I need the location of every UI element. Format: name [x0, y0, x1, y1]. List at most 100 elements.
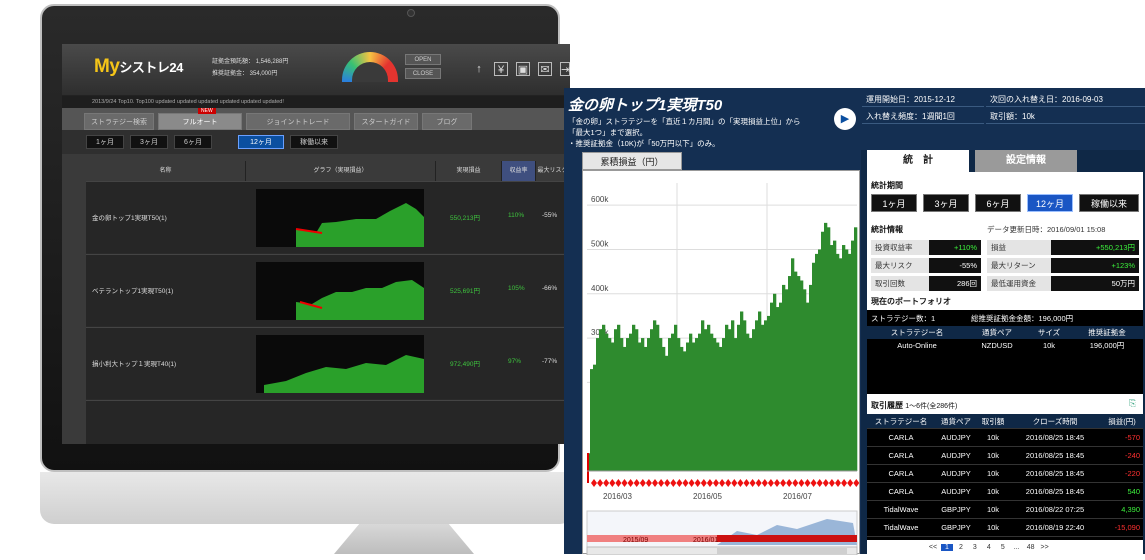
- x-tick-label: 2016/07: [783, 492, 812, 501]
- page-first[interactable]: <<: [927, 544, 939, 551]
- arrow-up-icon[interactable]: ↑: [472, 62, 486, 76]
- period-12m[interactable]: 12ヶ月: [238, 135, 284, 149]
- close-button[interactable]: CLOSE: [405, 68, 441, 79]
- page-last[interactable]: >>: [1039, 544, 1051, 551]
- pr-size: 10k: [1042, 341, 1056, 350]
- history-row[interactable]: TidalWave GBPJPY 10k 2016/08/19 22:40 -15,09…: [867, 519, 1143, 537]
- history-cell: TidalWave: [883, 505, 919, 514]
- history-row[interactable]: CARLA AUDJPY 10k 2016/08/25 18:45 -570: [867, 429, 1143, 447]
- chart-bar: [797, 276, 801, 471]
- tab-blog[interactable]: ブログ: [422, 113, 472, 130]
- period-6m[interactable]: 6ヶ月: [174, 135, 212, 149]
- stat-value: 50万円: [1051, 276, 1139, 291]
- tab-full-auto[interactable]: フルオート: [158, 113, 242, 130]
- page-2[interactable]: 2: [955, 544, 967, 551]
- trade-marker: [767, 479, 774, 487]
- page-1[interactable]: 1: [940, 544, 953, 551]
- history-cell: 2016/08/19 22:40: [1025, 523, 1085, 532]
- chart-bar: [689, 333, 693, 471]
- margin-stat: 推奨証拠金： 354,000円: [212, 71, 278, 77]
- news-ticker: 2013/9/24 Top10. Top100 updated updated …: [62, 96, 570, 108]
- period-12m[interactable]: 12ヶ月: [1027, 194, 1073, 212]
- period-selector: 1ヶ月 3ヶ月 6ヶ月 12ヶ月 稼働以来: [62, 130, 570, 154]
- chart-bar: [698, 333, 702, 471]
- chart-bar: [650, 329, 654, 471]
- trophy-icon[interactable]: ▣: [516, 62, 530, 76]
- page-3[interactable]: 3: [969, 544, 981, 551]
- tab-joint-trade[interactable]: ジョイントトレード: [246, 113, 350, 130]
- trade-marker: [749, 479, 756, 487]
- trade-marker: [774, 479, 780, 487]
- period-1m[interactable]: 1ヶ月: [86, 135, 124, 149]
- trade-marker: [755, 479, 762, 487]
- page-48[interactable]: 48: [1025, 544, 1037, 551]
- row-rate: 105%: [508, 285, 525, 292]
- page-4[interactable]: 4: [983, 544, 995, 551]
- chart-bar: [638, 342, 642, 471]
- history-row[interactable]: CARLA AUDJPY 10k 2016/08/25 18:45 -240: [867, 447, 1143, 465]
- chart-bar: [761, 324, 765, 471]
- tab-strategy-search[interactable]: ストラテジー検索: [84, 113, 154, 130]
- yen-icon[interactable]: ¥: [494, 62, 508, 76]
- history-row[interactable]: CARLA AUDJPY 10k 2016/08/25 18:45 540: [867, 483, 1143, 501]
- period-all[interactable]: 稼働以来: [290, 135, 338, 149]
- trade-marker: [645, 479, 652, 487]
- stats-section-title: 統計情報: [871, 225, 903, 234]
- col-pnl: 実現損益: [436, 161, 502, 181]
- chart-bar: [590, 369, 594, 471]
- panel-title: 金の卵トップ1実現T50: [568, 97, 723, 114]
- chart-bar: [620, 338, 624, 471]
- trade-marker: [804, 479, 811, 487]
- period-1m[interactable]: 1ヶ月: [871, 194, 917, 212]
- pr-pair: NZDUSD: [981, 341, 1013, 350]
- chart-tab[interactable]: 累積損益（円）: [582, 152, 682, 170]
- history-cell: AUDJPY: [941, 487, 971, 496]
- tab-stats[interactable]: 統 計: [867, 150, 969, 172]
- history-count: 1～6件(全286件): [905, 403, 958, 410]
- period-all[interactable]: 稼働以来: [1079, 194, 1139, 212]
- table-row[interactable]: 金の卵トップ1実現T50(1) 550,213円 110% -55%: [86, 181, 570, 253]
- x-tick-label: 2016/05: [693, 492, 722, 501]
- stat-label: 最大リターン: [987, 258, 1051, 273]
- chart-bar: [662, 346, 666, 471]
- trade-marker: [694, 479, 701, 487]
- new-badge: NEW: [198, 108, 216, 114]
- trade-marker: [810, 479, 817, 487]
- chart-bar: [728, 329, 732, 471]
- history-row[interactable]: TidalWave GBPJPY 10k 2016/08/22 07:25 4,390: [867, 501, 1143, 519]
- page-5[interactable]: 5: [997, 544, 1009, 551]
- col-rate[interactable]: 収益率: [502, 161, 536, 181]
- stat-label: 投資収益率: [871, 240, 929, 255]
- play-icon[interactable]: ▶: [834, 108, 856, 130]
- history-row[interactable]: CARLA AUDJPY 10k 2016/08/25 18:45 -220: [867, 465, 1143, 483]
- chart-bar: [812, 262, 816, 471]
- history-cell: 2016/08/25 18:45: [1025, 487, 1085, 496]
- history-section-title: 取引履歴 1～6件(全286件): [871, 401, 958, 410]
- export-icon[interactable]: ⎘: [1129, 398, 1136, 409]
- y-tick-label: 400k: [591, 284, 609, 293]
- tab-start-guide[interactable]: スタートガイド: [354, 113, 418, 130]
- open-button[interactable]: OPEN: [405, 54, 441, 65]
- row-risk: -55%: [542, 212, 558, 219]
- trade-marker: [597, 479, 604, 487]
- chart-bar: [593, 364, 597, 471]
- period-3m[interactable]: 3ヶ月: [923, 194, 969, 212]
- trade-marker: [609, 479, 616, 487]
- chart-bar: [782, 284, 786, 471]
- tab-settings[interactable]: 設定情報: [975, 150, 1077, 172]
- hh-strategy: ストラテジー名: [874, 417, 928, 426]
- table-row[interactable]: ベテラントップ1実現T50(1) 525,691円 105% -66%: [86, 254, 570, 326]
- y-tick-label: 600k: [591, 195, 609, 204]
- logout-icon[interactable]: ⇥: [560, 62, 570, 76]
- table-row[interactable]: [86, 400, 570, 444]
- navigator-band-selected: [717, 535, 857, 542]
- chart-bar: [680, 346, 684, 471]
- period-6m[interactable]: 6ヶ月: [975, 194, 1021, 212]
- period-3m[interactable]: 3ヶ月: [130, 135, 168, 149]
- row-pnl: 972,490円: [450, 361, 480, 368]
- camera-icon: [407, 9, 415, 17]
- chart-bar: [791, 258, 795, 471]
- mail-icon[interactable]: ✉: [538, 62, 552, 76]
- portfolio-row[interactable]: Auto-Online NZDUSD 10k 196,000円: [867, 339, 1143, 352]
- table-row[interactable]: 損小利大トップ１実現T40(1) 972,490円 97% -77%: [86, 327, 570, 399]
